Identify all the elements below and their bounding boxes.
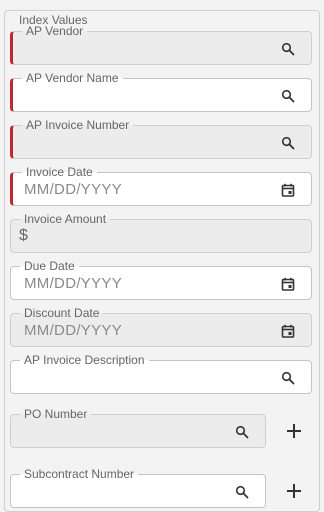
plus-icon	[287, 424, 301, 438]
add-subcontract-number-button[interactable]	[284, 481, 304, 501]
po-number-label: PO Number	[20, 407, 92, 421]
po-number-field[interactable]: PO Number	[10, 407, 266, 448]
invoice-date-placeholder: MM/DD/YYYY	[24, 181, 123, 198]
ap-vendor-name-field[interactable]: AP Vendor Name	[10, 71, 312, 112]
invoice-date-label: Invoice Date	[22, 165, 97, 179]
search-icon[interactable]	[281, 89, 295, 103]
calendar-icon[interactable]	[281, 324, 295, 338]
due-date-placeholder: MM/DD/YYYY	[24, 275, 123, 292]
search-icon[interactable]	[281, 42, 295, 56]
currency-prefix: $	[19, 227, 28, 244]
due-date-label: Due Date	[20, 259, 79, 273]
search-icon[interactable]	[281, 136, 295, 150]
plus-icon	[287, 484, 301, 498]
discount-date-field[interactable]: Discount Date MM/DD/YYYY	[10, 306, 312, 347]
invoice-date-field[interactable]: Invoice Date MM/DD/YYYY	[10, 165, 312, 206]
ap-invoice-number-field[interactable]: AP Invoice Number	[10, 118, 312, 159]
ap-vendor-name-label: AP Vendor Name	[22, 71, 123, 85]
search-icon[interactable]	[281, 371, 295, 385]
search-icon[interactable]	[235, 485, 249, 499]
subcontract-number-label: Subcontract Number	[20, 467, 139, 481]
ap-invoice-description-label: AP Invoice Description	[20, 353, 149, 367]
due-date-field[interactable]: Due Date MM/DD/YYYY	[10, 259, 312, 300]
ap-vendor-field[interactable]: AP Vendor	[10, 24, 312, 65]
discount-date-placeholder: MM/DD/YYYY	[24, 322, 123, 339]
add-po-number-button[interactable]	[284, 421, 304, 441]
discount-date-label: Discount Date	[20, 306, 104, 320]
invoice-amount-label: Invoice Amount	[20, 212, 111, 226]
subcontract-number-field[interactable]: Subcontract Number	[10, 467, 266, 508]
ap-vendor-label: AP Vendor	[22, 24, 88, 38]
search-icon[interactable]	[235, 425, 249, 439]
invoice-amount-field[interactable]: Invoice Amount $	[10, 212, 312, 253]
ap-invoice-number-label: AP Invoice Number	[22, 118, 134, 132]
calendar-icon[interactable]	[281, 277, 295, 291]
calendar-icon[interactable]	[281, 183, 295, 197]
ap-invoice-description-field[interactable]: AP Invoice Description	[10, 353, 312, 394]
